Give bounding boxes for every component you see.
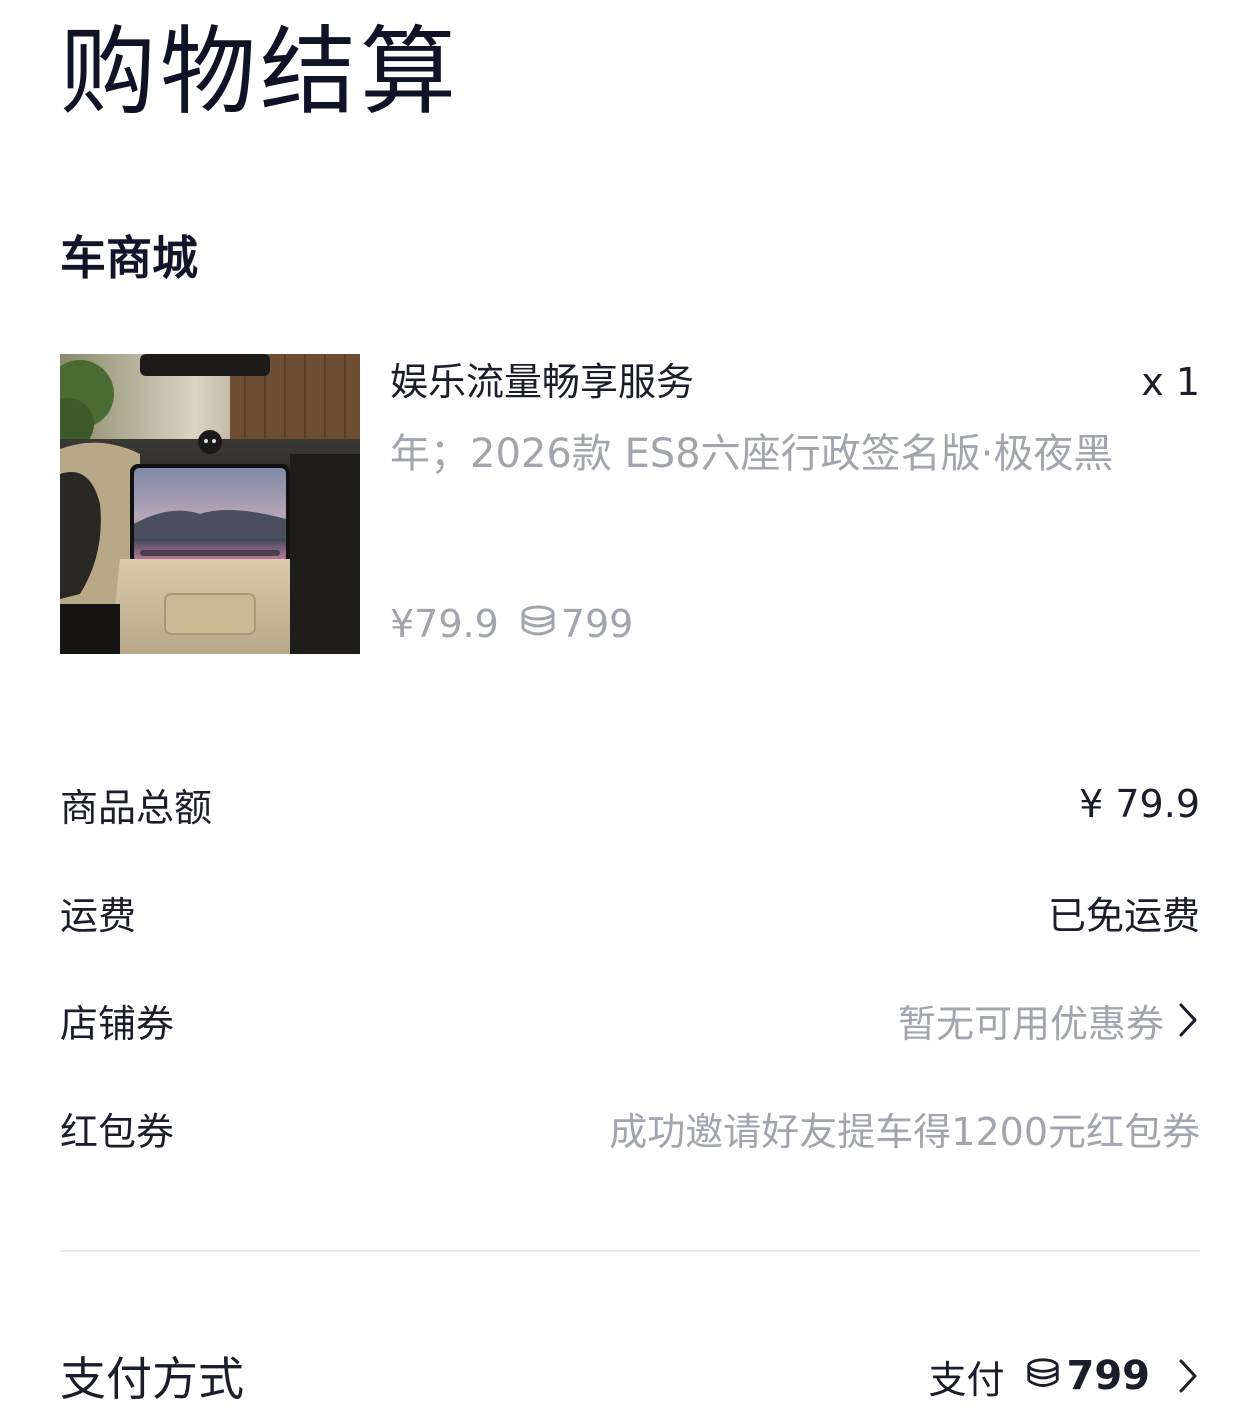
subtotal-label: 商品总额 — [60, 785, 213, 830]
product-price-line: ¥79.9 799 — [390, 598, 633, 650]
product-points-value: 799 — [560, 602, 634, 646]
store-coupon-value: 暂无可用优惠券 — [897, 1001, 1164, 1046]
store-coupon-row[interactable]: 店铺券 暂无可用优惠券 — [60, 990, 1200, 1050]
car-interior-image — [60, 354, 360, 654]
store-name: 车商城 — [60, 231, 198, 285]
store-coupon-label: 店铺券 — [60, 1001, 175, 1046]
payment-prefix: 支付 — [928, 1357, 1005, 1402]
payment-method-label: 支付方式 — [60, 1352, 244, 1406]
product-variant: 年；2026款 ES8六座行政签名版·极夜黑 — [390, 431, 1114, 477]
payment-amount: 799 — [1066, 1353, 1151, 1399]
red-packet-row: 红包券 成功邀请好友提车得1200元红包券 — [60, 1098, 1200, 1158]
subtotal-row: 商品总额 ¥ 79.9 — [60, 774, 1200, 834]
payment-method-row[interactable]: 支付方式 支付 799 — [60, 1340, 1200, 1412]
payment-method-selector[interactable]: 支付 799 — [928, 1349, 1200, 1404]
product-image[interactable] — [60, 354, 360, 654]
product-quantity: x 1 — [1141, 360, 1200, 404]
subtotal-value: ¥ 79.9 — [1079, 782, 1200, 826]
chevron-right-icon — [1176, 1356, 1200, 1396]
shipping-label: 运费 — [60, 893, 137, 938]
coin-stack-icon — [1023, 1357, 1063, 1395]
chevron-right-icon — [1176, 1000, 1200, 1040]
page-title: 购物结算 — [60, 16, 460, 128]
shipping-value: 已免运费 — [1047, 893, 1200, 938]
coin-stack-icon — [517, 604, 559, 644]
shipping-row: 运费 已免运费 — [60, 882, 1200, 942]
store-coupon-selector[interactable]: 暂无可用优惠券 — [898, 993, 1200, 1048]
product-price: ¥79.9 — [390, 602, 499, 646]
divider — [60, 1250, 1200, 1252]
product-name[interactable]: 娱乐流量畅享服务 — [390, 358, 694, 406]
product-points: 799 — [517, 598, 634, 650]
red-packet-label: 红包券 — [60, 1109, 175, 1154]
red-packet-value: 成功邀请好友提车得1200元红包券 — [609, 1109, 1200, 1154]
